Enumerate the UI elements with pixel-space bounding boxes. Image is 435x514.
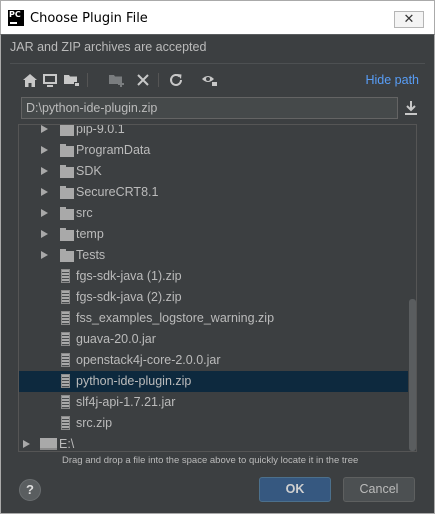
tree-folder-item[interactable]: Tests [19, 245, 408, 266]
tree-item-label: src.zip [76, 416, 113, 430]
tree-item-label: slf4j-api-1.7.21.jar [76, 395, 176, 409]
tree-folder-item[interactable]: SecureCRT8.1 [19, 182, 408, 203]
expand-arrow-icon[interactable] [23, 440, 30, 448]
delete-icon[interactable] [133, 70, 153, 90]
tree-item-label: fgs-sdk-java (2).zip [76, 290, 182, 304]
drive-icon [40, 438, 57, 450]
archive-icon [61, 290, 70, 304]
archive-icon [61, 269, 70, 283]
expand-arrow-icon[interactable] [41, 251, 48, 259]
scrollbar-thumb[interactable] [409, 299, 416, 451]
file-tree[interactable]: E:\ src.zip slf4j-api-1.7.21.jar python-ide… [18, 124, 417, 452]
folder-icon [60, 165, 74, 178]
tree-item-label: openstack4j-core-2.0.0.jar [76, 353, 221, 367]
separator [10, 63, 425, 64]
ok-button[interactable]: OK [259, 477, 331, 502]
folder-icon [60, 125, 74, 136]
tree-item-label: Tests [76, 248, 106, 262]
tree-item-label: src [76, 206, 93, 220]
path-input[interactable]: D:\python-ide-plugin.zip [21, 97, 398, 119]
expand-arrow-icon[interactable] [41, 146, 48, 154]
toolbar [20, 70, 420, 90]
tree-item-label: SDK [76, 164, 102, 178]
home-icon[interactable] [20, 70, 40, 90]
tree-item-label: fgs-sdk-java (1).zip [76, 269, 182, 283]
archive-icon [61, 332, 70, 346]
tree-drive-item[interactable]: E:\ [19, 434, 408, 451]
tree-file-item[interactable]: fgs-sdk-java (2).zip [19, 287, 408, 308]
folder-icon [60, 186, 74, 199]
project-folder-icon[interactable] [62, 70, 82, 90]
expand-arrow-icon[interactable] [41, 125, 48, 133]
folder-icon [60, 207, 74, 220]
tree-item-label: ProgramData [76, 143, 151, 157]
tree-item-label: pip-9.0.1 [76, 124, 125, 136]
download-icon[interactable] [403, 100, 419, 116]
tree-file-item[interactable]: fgs-sdk-java (1).zip [19, 266, 408, 287]
drag-drop-hint: Drag and drop a file into the space abov… [62, 455, 359, 466]
refresh-icon[interactable] [166, 70, 186, 90]
tree-file-item[interactable]: guava-20.0.jar [19, 329, 408, 350]
archive-icon [61, 395, 70, 409]
expand-arrow-icon[interactable] [41, 188, 48, 196]
tree-item-label: E:\ [59, 437, 75, 451]
cancel-button[interactable]: Cancel [343, 477, 415, 502]
expand-arrow-icon[interactable] [41, 230, 48, 238]
tree-file-item[interactable]: src.zip [19, 413, 408, 434]
tree-item-label: SecureCRT8.1 [76, 185, 159, 199]
help-button[interactable]: ? [19, 479, 41, 501]
description-label: JAR and ZIP archives are accepted [10, 40, 207, 54]
expand-arrow-icon[interactable] [41, 209, 48, 217]
folder-icon [60, 144, 74, 157]
tree-folder-item[interactable]: pip-9.0.1 [19, 124, 408, 140]
tree-folder-item[interactable]: src [19, 203, 408, 224]
tree-folder-item[interactable]: ProgramData [19, 140, 408, 161]
window-title: Choose Plugin File [30, 11, 148, 26]
hide-path-link[interactable]: Hide path [365, 73, 419, 87]
show-hidden-icon[interactable] [200, 70, 220, 90]
expand-arrow-icon[interactable] [41, 167, 48, 175]
folder-icon [60, 228, 74, 241]
desktop-icon[interactable] [40, 70, 60, 90]
tree-item-label: temp [76, 227, 104, 241]
tree-item-label: fss_examples_logstore_warning.zip [76, 311, 275, 325]
tree-file-item[interactable]: python-ide-plugin.zip [19, 371, 408, 392]
tree-file-item[interactable]: openstack4j-core-2.0.0.jar [19, 350, 408, 371]
title-bar: PC Choose Plugin File ✕ [0, 0, 435, 34]
archive-icon [61, 374, 70, 388]
tree-item-label: python-ide-plugin.zip [76, 374, 192, 388]
pycharm-app-icon: PC [8, 10, 24, 26]
archive-icon [61, 416, 70, 430]
tree-file-item[interactable]: fss_examples_logstore_warning.zip [19, 308, 408, 329]
toolbar-separator [87, 73, 88, 87]
close-button[interactable]: ✕ [394, 11, 424, 28]
tree-folder-item[interactable]: temp [19, 224, 408, 245]
archive-icon [61, 353, 70, 367]
tree-item-label: guava-20.0.jar [76, 332, 156, 346]
tree-folder-item[interactable]: SDK [19, 161, 408, 182]
tree-file-item[interactable]: slf4j-api-1.7.21.jar [19, 392, 408, 413]
new-folder-icon[interactable] [107, 70, 127, 90]
toolbar-separator [158, 73, 159, 87]
folder-icon [60, 249, 74, 262]
archive-icon [61, 311, 70, 325]
